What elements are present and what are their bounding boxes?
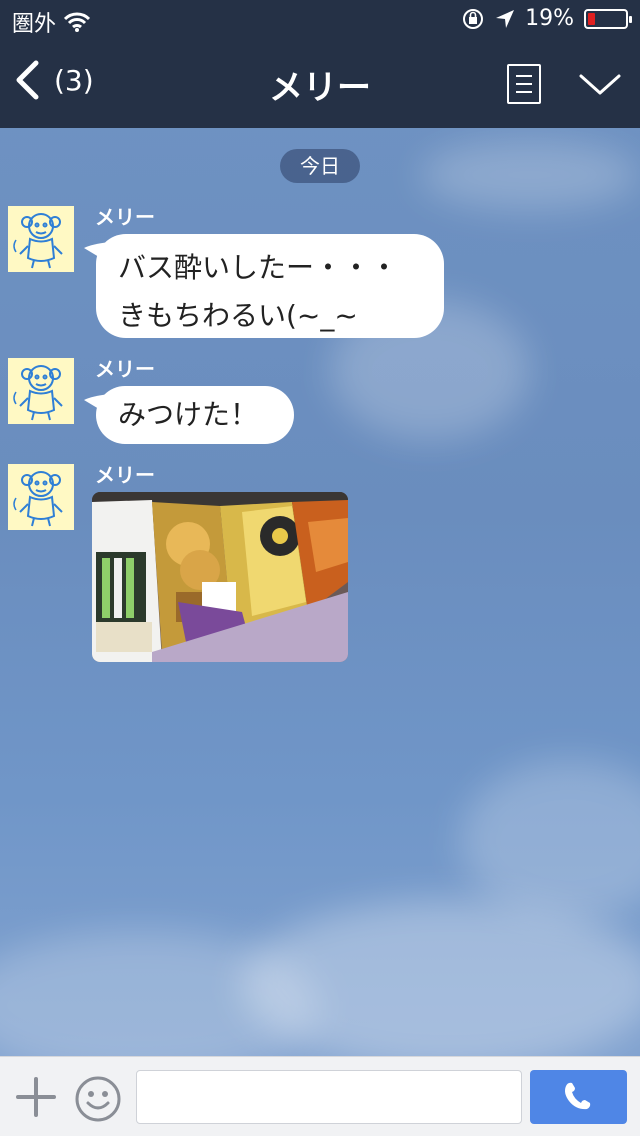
message-line: きもちわるい(~_~ <box>118 299 358 332</box>
battery-percent: 19% <box>525 6 574 31</box>
date-separator: 今日 <box>280 149 360 183</box>
avatar[interactable] <box>8 358 74 424</box>
bg-cloud <box>420 140 640 210</box>
message-bubble[interactable]: みつけた！ <box>84 386 294 444</box>
monkey-avatar-icon <box>13 213 63 269</box>
bubble-tail <box>84 242 110 260</box>
battery-icon <box>584 8 632 29</box>
call-button[interactable] <box>530 1070 627 1124</box>
plus-icon <box>16 1077 56 1117</box>
monkey-avatar-icon <box>13 471 63 527</box>
avatar[interactable] <box>8 206 74 272</box>
emoji-button[interactable] <box>74 1075 122 1123</box>
monkey-avatar-icon <box>13 365 63 421</box>
message-line: みつけた！ <box>118 398 259 431</box>
bubble-tail <box>84 394 110 412</box>
expand-menu-button[interactable] <box>578 66 622 100</box>
chat-title: メリー <box>269 68 371 108</box>
add-attachment-button[interactable] <box>16 1077 56 1117</box>
input-bar <box>0 1056 640 1136</box>
message-input[interactable] <box>136 1070 522 1124</box>
bg-cloud <box>240 900 640 1070</box>
avatar[interactable] <box>8 464 74 530</box>
smiley-icon <box>75 1076 121 1122</box>
sender-name: メリー <box>95 463 155 487</box>
sender-name: メリー <box>95 357 155 381</box>
rotation-lock-icon <box>463 8 484 29</box>
location-arrow-icon <box>496 9 515 28</box>
sweets-box-photo <box>92 492 348 662</box>
chevron-down-icon <box>579 74 621 95</box>
status-left: 圏外 <box>12 6 91 38</box>
back-button[interactable]: (3) <box>14 60 94 100</box>
battery-level <box>588 12 595 25</box>
wifi-icon <box>64 12 91 32</box>
message-bubble[interactable]: バス酔いしたー・・・ きもちわるい(~_~ <box>84 234 444 338</box>
notes-button[interactable] <box>507 64 541 104</box>
phone-icon <box>565 1082 591 1110</box>
back-chevron-icon <box>16 60 39 100</box>
bg-cloud <box>460 760 640 920</box>
photo-message[interactable] <box>92 492 348 662</box>
unread-count: (3) <box>54 63 94 97</box>
status-right: 19% <box>461 6 632 31</box>
carrier-label: 圏外 <box>12 12 57 37</box>
top-bar: 圏外 19% (3) メリー <box>0 0 640 128</box>
sender-name: メリー <box>95 205 155 229</box>
line-chat-screen: 圏外 19% (3) メリー 今日 メリー バス酔いしたー・・・ きもちわるい(… <box>0 0 640 1136</box>
message-line: バス酔いしたー・・・ <box>118 251 399 284</box>
